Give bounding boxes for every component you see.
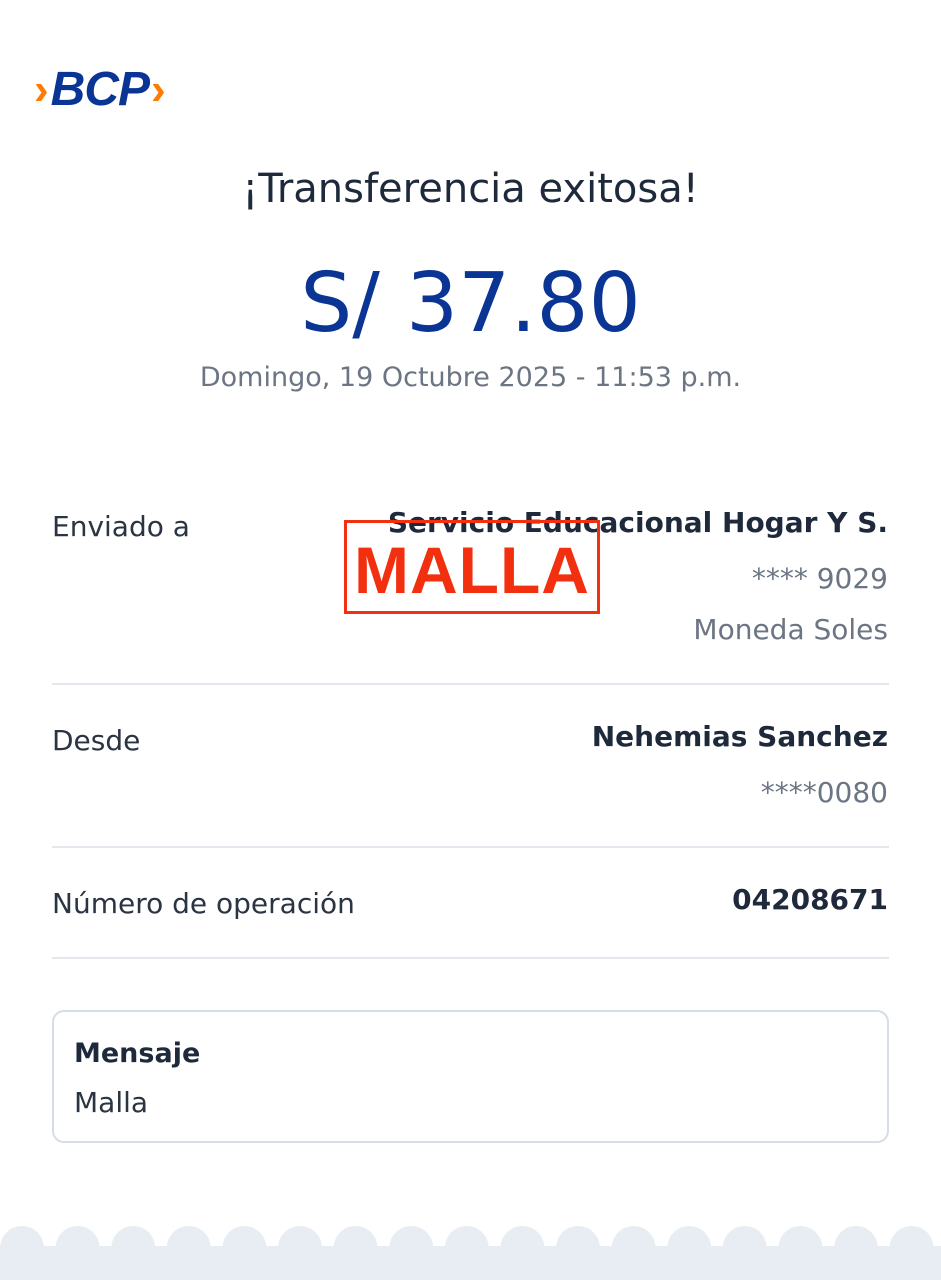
divider — [52, 683, 889, 685]
divider — [52, 957, 889, 959]
bcp-logo: › BCP › — [34, 66, 166, 114]
from-label: Desde — [52, 724, 141, 757]
sender-account: ****0080 — [760, 776, 888, 809]
recipient-currency: Moneda Soles — [693, 613, 888, 646]
operation-number: 04208671 — [732, 883, 888, 916]
message-title: Mensaje — [74, 1038, 201, 1069]
receipt-torn-edge — [0, 1226, 941, 1280]
transfer-datetime: Domingo, 19 Octubre 2025 - 11:53 p.m. — [199, 362, 742, 393]
operation-label: Número de operación — [52, 887, 355, 920]
sent-to-label: Enviado a — [52, 510, 190, 543]
logo-right-chevron-icon: › — [151, 65, 166, 114]
page-title: ¡Transferencia exitosa! — [242, 166, 699, 212]
logo-text: BCP — [50, 63, 150, 116]
transfer-amount: S/ 37.80 — [300, 256, 641, 351]
sender-name: Nehemias Sanchez — [591, 720, 888, 753]
stamp-overlay: MALLA — [344, 520, 600, 614]
recipient-account: **** 9029 — [751, 562, 888, 595]
message-text: Malla — [74, 1086, 149, 1119]
divider — [52, 846, 889, 848]
logo-left-chevron-icon: › — [34, 65, 49, 114]
message-box: Mensaje Malla — [52, 1010, 889, 1143]
